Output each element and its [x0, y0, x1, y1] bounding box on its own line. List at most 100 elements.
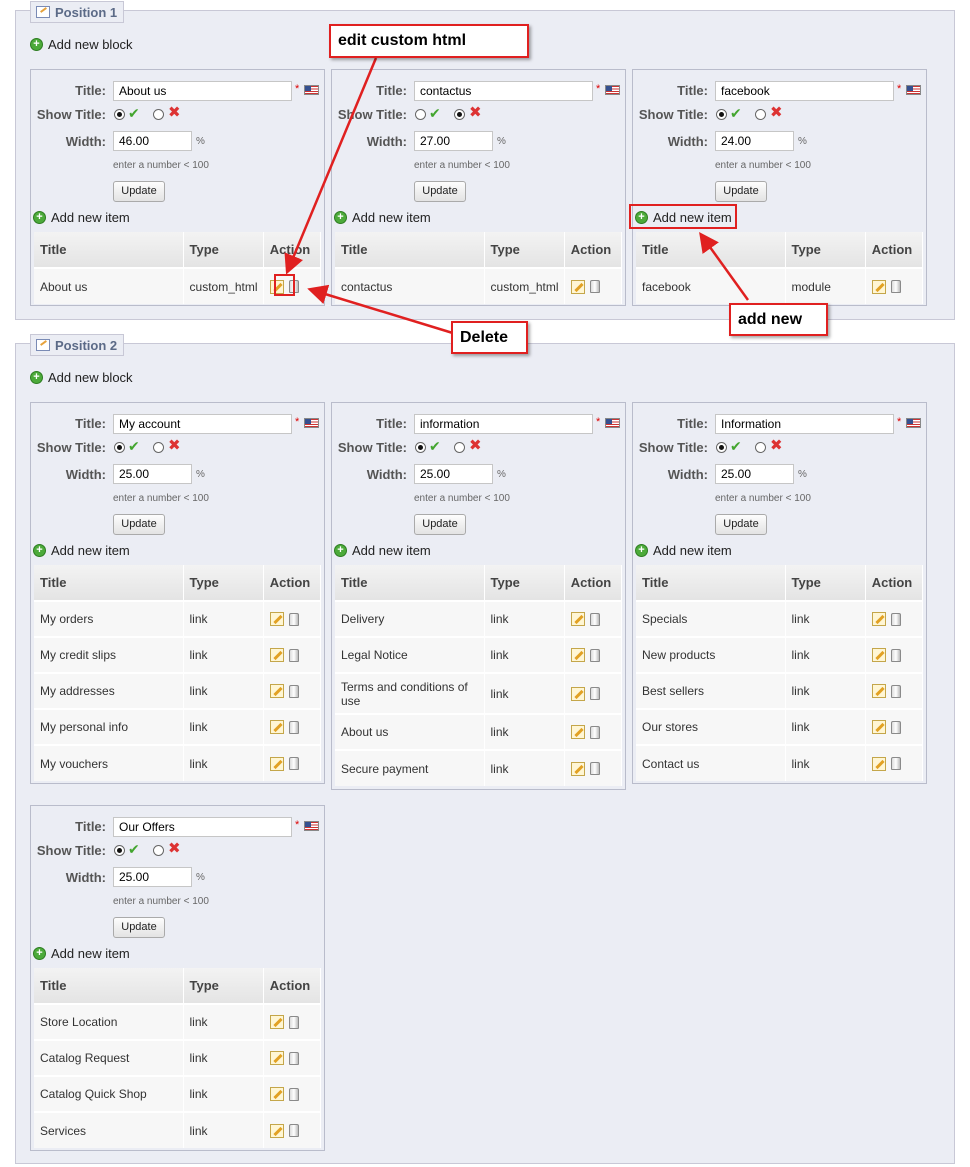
edit-icon[interactable] — [269, 720, 284, 735]
block-width-input[interactable] — [113, 867, 192, 887]
delete-icon[interactable] — [890, 757, 901, 771]
us-flag-icon[interactable] — [605, 418, 620, 428]
edit-icon[interactable] — [570, 686, 585, 701]
edit-icon[interactable] — [269, 756, 284, 771]
edit-icon[interactable] — [570, 725, 585, 740]
show-title-no-radio[interactable] — [153, 845, 164, 856]
edit-icon[interactable] — [871, 684, 886, 699]
us-flag-icon[interactable] — [304, 85, 319, 95]
block-width-input[interactable] — [113, 464, 192, 484]
edit-icon[interactable] — [269, 1015, 284, 1030]
edit-icon[interactable] — [570, 761, 585, 776]
item-title: Catalog Quick Shop — [34, 1075, 184, 1112]
show-title-no-radio[interactable] — [153, 442, 164, 453]
delete-icon[interactable] — [589, 687, 600, 701]
edit-icon[interactable] — [871, 648, 886, 663]
edit-icon[interactable] — [570, 612, 585, 627]
update-button[interactable]: Update — [715, 181, 767, 202]
update-button[interactable]: Update — [113, 181, 165, 202]
block-title-input[interactable] — [414, 81, 593, 101]
add-new-item-button[interactable]: + Add new item — [334, 210, 431, 225]
show-title-yes-radio[interactable] — [415, 109, 426, 120]
delete-icon[interactable] — [890, 720, 901, 734]
delete-icon[interactable] — [589, 648, 600, 662]
delete-icon[interactable] — [890, 612, 901, 626]
delete-icon[interactable] — [890, 280, 901, 294]
block-width-input[interactable] — [715, 131, 794, 151]
add-new-block-button[interactable]: + Add new block — [30, 37, 133, 52]
cross-icon: ✖ — [168, 104, 181, 121]
delete-icon[interactable] — [288, 757, 299, 771]
delete-icon[interactable] — [890, 684, 901, 698]
show-title-no-radio[interactable] — [454, 442, 465, 453]
item-type: link — [183, 1111, 264, 1148]
edit-icon[interactable] — [570, 648, 585, 663]
update-button[interactable]: Update — [113, 917, 165, 938]
edit-icon[interactable] — [871, 279, 886, 294]
us-flag-icon[interactable] — [304, 418, 319, 428]
us-flag-icon[interactable] — [906, 418, 921, 428]
us-flag-icon[interactable] — [304, 821, 319, 831]
delete-icon[interactable] — [890, 648, 901, 662]
edit-icon[interactable] — [269, 1051, 284, 1066]
add-new-item-button[interactable]: + Add new item — [635, 543, 732, 558]
add-new-item-button[interactable]: + Add new item — [33, 210, 130, 225]
item-title: About us — [335, 713, 485, 750]
block-width-input[interactable] — [113, 131, 192, 151]
show-title-no-radio[interactable] — [454, 109, 465, 120]
add-new-item-button[interactable]: + Add new item — [334, 543, 431, 558]
update-button[interactable]: Update — [113, 514, 165, 535]
delete-icon[interactable] — [589, 612, 600, 626]
block-width-input[interactable] — [414, 464, 493, 484]
block-width-input[interactable] — [414, 131, 493, 151]
add-item-label: Add new item — [352, 210, 431, 225]
delete-icon[interactable] — [288, 1087, 299, 1101]
show-title-yes-radio[interactable] — [415, 442, 426, 453]
edit-icon[interactable] — [269, 612, 284, 627]
required-marker: * — [295, 83, 300, 95]
add-new-block-button[interactable]: + Add new block — [30, 370, 133, 385]
show-title-no-radio[interactable] — [755, 109, 766, 120]
show-title-yes-radio[interactable] — [114, 845, 125, 856]
block-title-input[interactable] — [113, 817, 292, 837]
delete-icon[interactable] — [589, 762, 600, 776]
block-title-input[interactable] — [715, 81, 894, 101]
delete-icon[interactable] — [288, 648, 299, 662]
edit-icon[interactable] — [871, 720, 886, 735]
edit-icon[interactable] — [871, 756, 886, 771]
delete-icon[interactable] — [288, 684, 299, 698]
block-title-input[interactable] — [414, 414, 593, 434]
delete-icon[interactable] — [288, 612, 299, 626]
block-title-input[interactable] — [715, 414, 894, 434]
width-hint: enter a number < 100 — [113, 896, 209, 907]
show-title-yes-radio[interactable] — [716, 442, 727, 453]
us-flag-icon[interactable] — [906, 85, 921, 95]
block-title-input[interactable] — [113, 414, 292, 434]
width-label: Width: — [667, 134, 708, 149]
edit-icon[interactable] — [570, 279, 585, 294]
block-title-input[interactable] — [113, 81, 292, 101]
add-new-item-button[interactable]: + Add new item — [33, 946, 130, 961]
delete-icon[interactable] — [288, 1051, 299, 1065]
delete-icon[interactable] — [589, 725, 600, 739]
edit-icon[interactable] — [871, 612, 886, 627]
show-title-no-radio[interactable] — [755, 442, 766, 453]
delete-icon[interactable] — [288, 720, 299, 734]
delete-icon[interactable] — [288, 1124, 299, 1138]
add-new-item-button[interactable]: + Add new item — [33, 543, 130, 558]
update-button[interactable]: Update — [414, 514, 466, 535]
update-button[interactable]: Update — [414, 181, 466, 202]
show-title-no-radio[interactable] — [153, 109, 164, 120]
delete-icon[interactable] — [288, 1015, 299, 1029]
block-width-input[interactable] — [715, 464, 794, 484]
edit-icon[interactable] — [269, 1123, 284, 1138]
show-title-yes-radio[interactable] — [716, 109, 727, 120]
show-title-yes-radio[interactable] — [114, 442, 125, 453]
us-flag-icon[interactable] — [605, 85, 620, 95]
edit-icon[interactable] — [269, 1087, 284, 1102]
update-button[interactable]: Update — [715, 514, 767, 535]
edit-icon[interactable] — [269, 684, 284, 699]
show-title-yes-radio[interactable] — [114, 109, 125, 120]
edit-icon[interactable] — [269, 648, 284, 663]
delete-icon[interactable] — [589, 280, 600, 294]
